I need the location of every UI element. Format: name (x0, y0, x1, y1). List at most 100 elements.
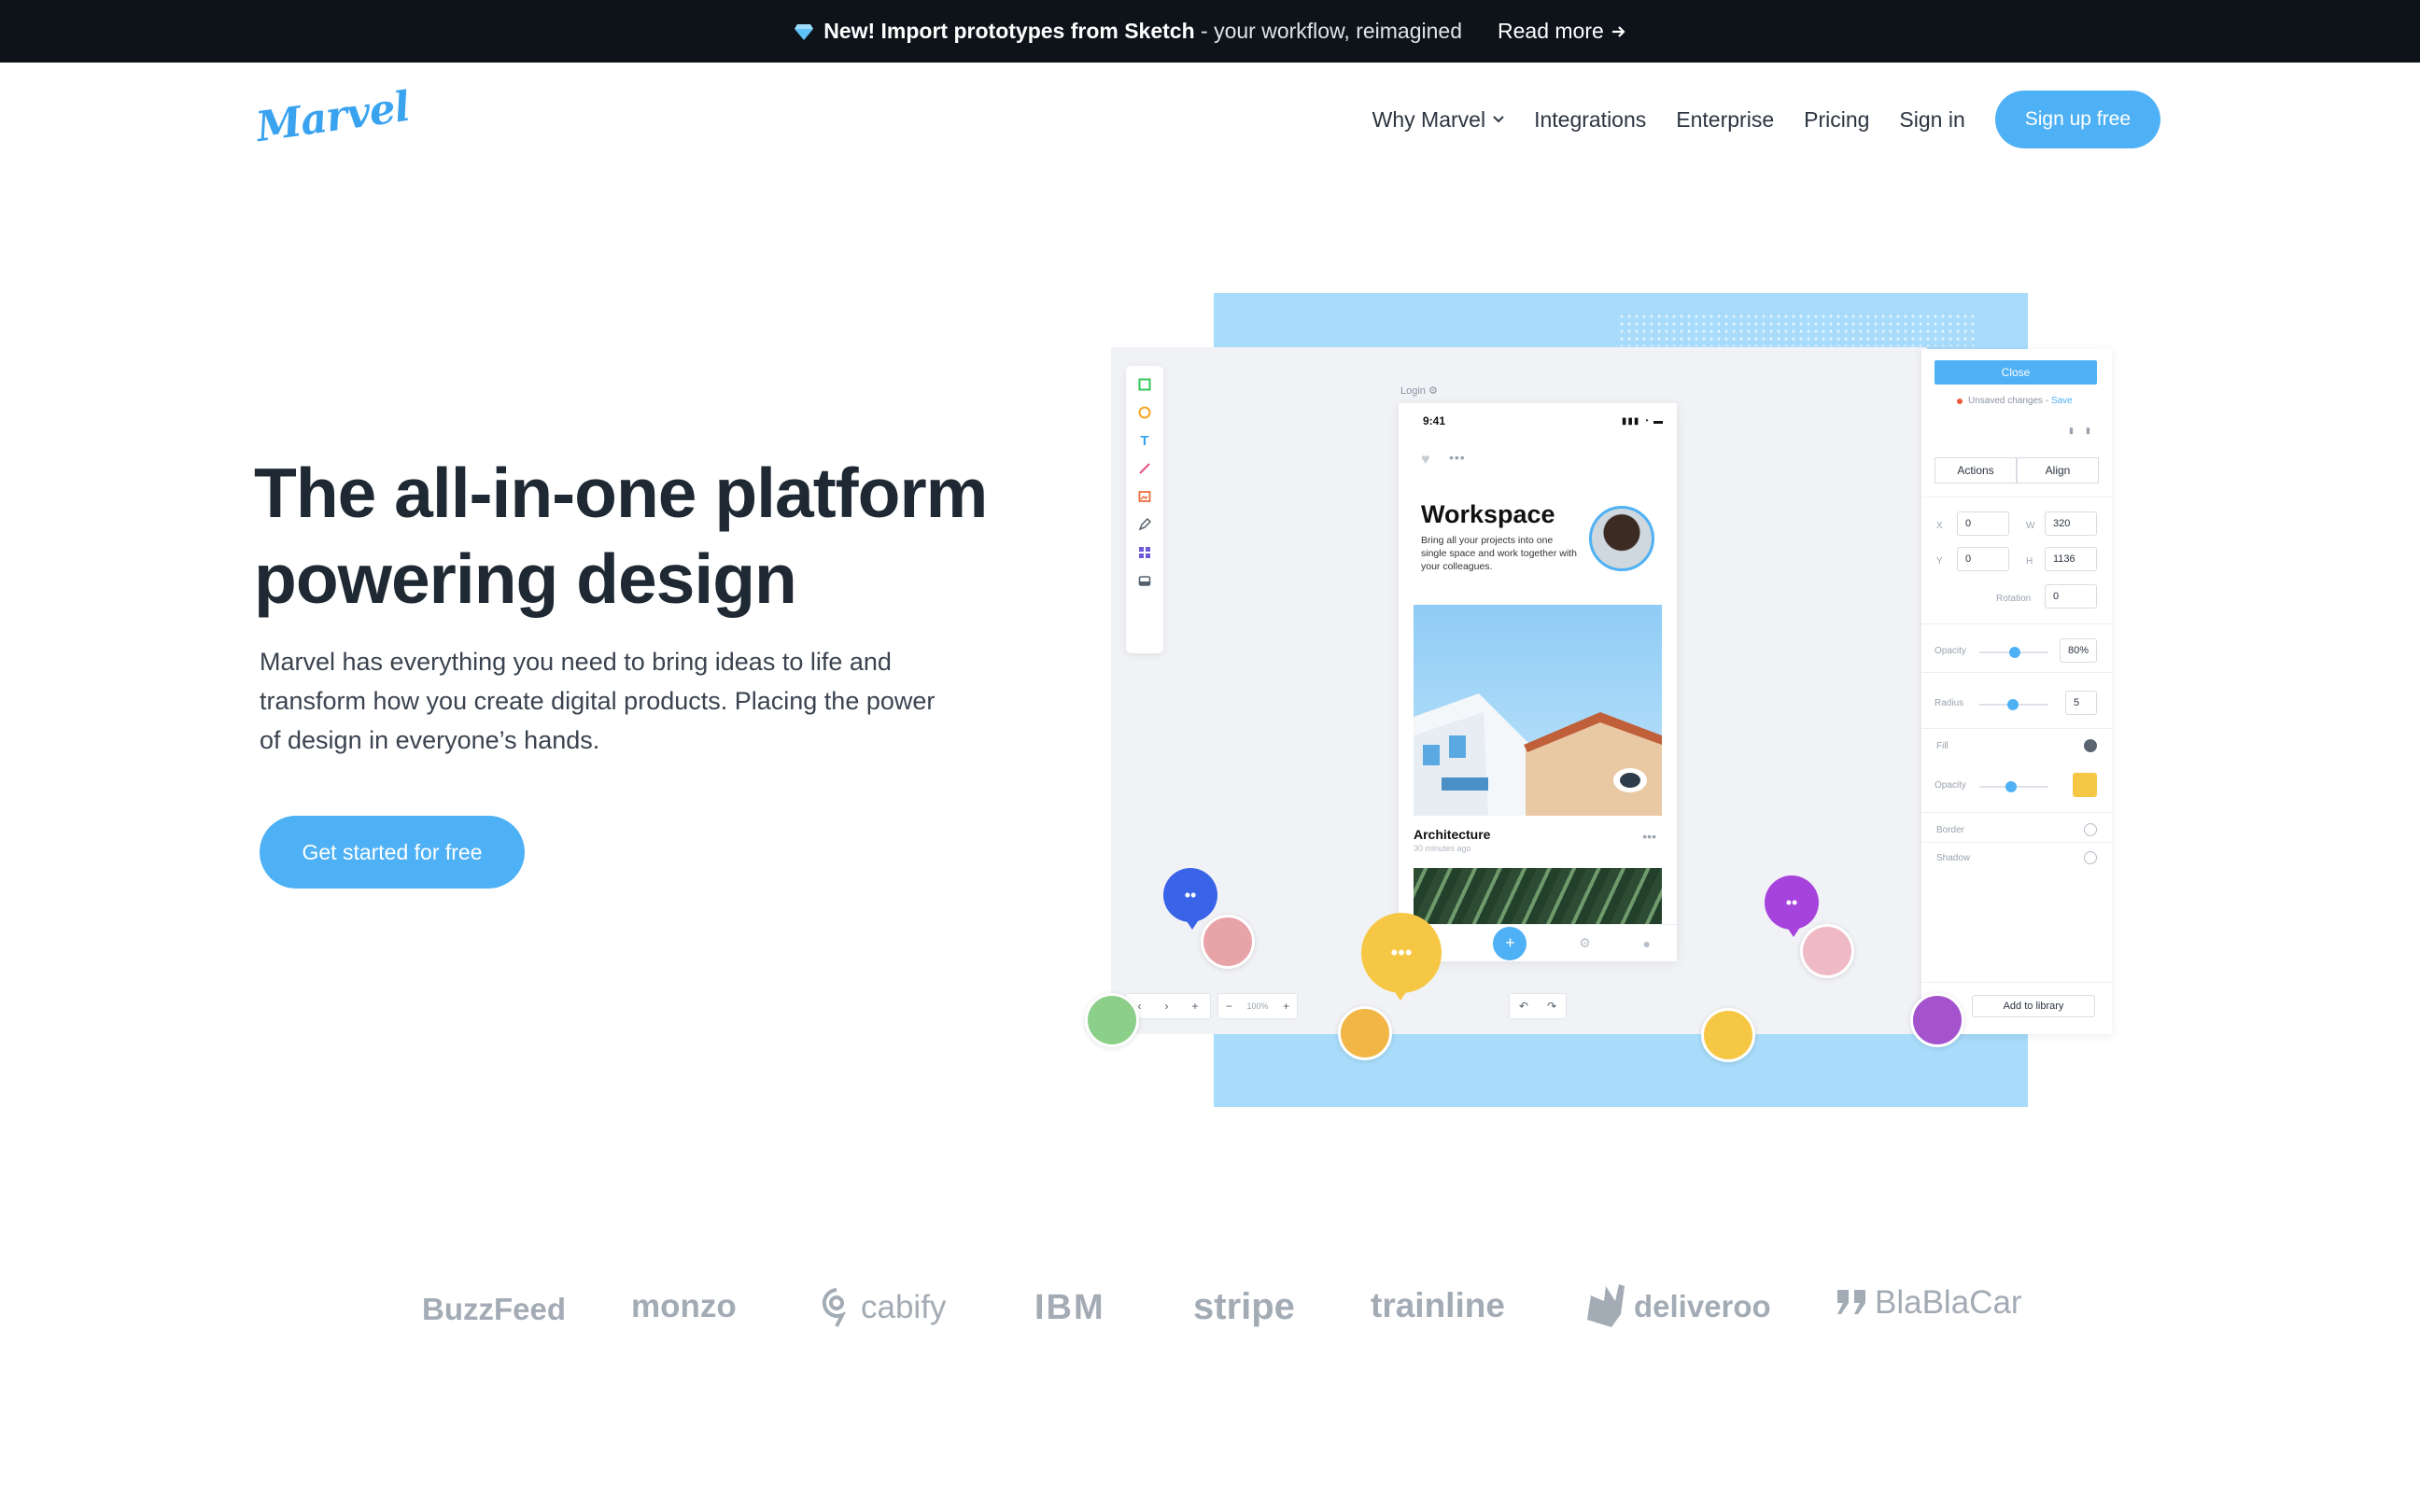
collaborator-avatar (1800, 924, 1854, 978)
h-field[interactable]: 1136 (2045, 547, 2097, 571)
image-tool-icon[interactable] (1137, 489, 1152, 504)
ellipse-tool-icon[interactable] (1137, 405, 1152, 420)
zoom-out-icon[interactable]: − (1226, 1000, 1232, 1013)
get-started-button[interactable]: Get started for free (260, 816, 525, 889)
panel-tabs: Actions Align (1935, 457, 2099, 483)
nav-why-marvel[interactable]: Why Marvel (1372, 107, 1504, 133)
save-link[interactable]: Save (2051, 396, 2073, 406)
x-field[interactable]: 0 (1957, 511, 2009, 536)
fill-opacity-slider-knob[interactable] (2005, 781, 2017, 792)
rotation-label: Rotation (1996, 594, 2032, 604)
x-label: X (1936, 521, 1943, 531)
add-to-library-button[interactable]: Add to library (1972, 995, 2095, 1017)
y-label: Y (1936, 556, 1943, 567)
zoom-in-icon[interactable]: + (1283, 1000, 1289, 1013)
sign-up-button[interactable]: Sign up free (1994, 91, 2160, 148)
monzo-logo: monzo (631, 1288, 737, 1324)
artboard-label: Login ⚙ (1400, 385, 1438, 397)
phone-artboard: 9:41 ▮▮▮ ◔ ▬ ♥ ••• Workspace Bring all y… (1399, 403, 1677, 961)
panel-divider (1921, 672, 2112, 673)
read-more-label: Read more (1498, 19, 1604, 43)
radius-label: Radius (1935, 698, 1964, 708)
redo-icon[interactable]: ↷ (1547, 1000, 1556, 1013)
panel-divider (1921, 982, 2112, 983)
border-checkbox[interactable] (2084, 823, 2097, 836)
profile-avatar (1589, 506, 1654, 571)
opacity-field[interactable]: 80% (2060, 638, 2097, 663)
user-icon[interactable]: ● (1643, 936, 1651, 951)
read-more-link[interactable]: Read more (1498, 19, 1626, 44)
nav-why-marvel-label: Why Marvel (1372, 106, 1486, 132)
add-screen-icon[interactable]: + (1191, 1000, 1198, 1013)
tab-actions[interactable]: Actions (1935, 457, 2017, 483)
buzzfeed-logo: BuzzFeed (422, 1292, 567, 1326)
banner-headline: New! Import prototypes from Sketch (823, 19, 1195, 43)
card-more-icon[interactable]: ••• (1642, 829, 1656, 844)
status-icons: ▮▮▮ ◔ ▬ (1621, 416, 1664, 427)
heart-icon: ♥ (1421, 452, 1430, 468)
tab-align[interactable]: Align (2017, 457, 2099, 483)
opacity-slider-knob[interactable] (2009, 647, 2020, 658)
workspace-description: Bring all your projects into one single … (1421, 535, 1577, 572)
hero-title-line-2: powering design (254, 539, 797, 618)
shadow-checkbox[interactable] (2084, 851, 2097, 864)
diamond-icon (795, 23, 814, 40)
more-dots-icon: ••• (1449, 450, 1466, 465)
unsaved-label: Unsaved changes - (1968, 396, 2051, 406)
fill-color-swatch[interactable] (2073, 773, 2097, 797)
opacity-label: Opacity (1935, 646, 1966, 656)
gear-icon: ⚙ (1428, 385, 1438, 397)
fill-checkbox[interactable] (2084, 739, 2097, 752)
marvel-logo[interactable]: Marvel (253, 83, 412, 151)
nav-integrations[interactable]: Integrations (1534, 107, 1646, 133)
settings-icon[interactable]: ⚙ (1579, 935, 1591, 951)
hero-title-line-1: The all-in-one platform (254, 454, 988, 532)
pencil-tool-icon[interactable] (1137, 517, 1152, 532)
workspace-title: Workspace (1421, 500, 1555, 528)
card-title: Architecture (1414, 827, 1491, 842)
undo-icon[interactable]: ↶ (1519, 1000, 1528, 1013)
radius-slider-knob[interactable] (2007, 699, 2019, 710)
chevron-left-icon[interactable]: ‹ (1137, 1000, 1141, 1013)
ibm-logo: IBM (1034, 1288, 1105, 1327)
announcement-banner: New! Import prototypes from Sketch - you… (0, 0, 2420, 63)
card-timestamp: 30 minutes ago (1414, 844, 1471, 853)
deliveroo-logo: deliveroo (1587, 1284, 1771, 1329)
collaborator-avatar (1085, 993, 1139, 1047)
radius-field[interactable]: 5 (2065, 691, 2097, 715)
nav-sign-in[interactable]: Sign in (1899, 107, 1964, 133)
unsaved-status: Unsaved changes - Save (1968, 396, 2073, 406)
unsaved-dot (1957, 399, 1963, 404)
components-tool-icon[interactable] (1137, 545, 1152, 560)
text-tool-icon[interactable]: T (1137, 433, 1152, 449)
chevron-right-icon[interactable]: › (1164, 1000, 1168, 1013)
hero-title: The all-in-one platform powering design (254, 450, 1094, 622)
fill-opacity-label: Opacity (1935, 780, 1966, 791)
nav-enterprise[interactable]: Enterprise (1676, 107, 1774, 133)
line-tool-icon[interactable] (1137, 461, 1152, 476)
banner-tagline: your workflow, reimagined (1214, 19, 1462, 43)
deliveroo-kangaroo-icon (1587, 1284, 1625, 1327)
chat-bubble-yellow: ••• (1361, 913, 1442, 1001)
close-button[interactable]: Close (1935, 360, 2097, 385)
collaborator-avatar (1910, 993, 1964, 1047)
rotation-field[interactable]: 0 (2045, 584, 2097, 609)
cabify-wordmark: cabify (861, 1289, 947, 1325)
zoom-level: 100% (1246, 1001, 1269, 1011)
rectangle-tool-icon[interactable] (1137, 377, 1152, 392)
client-logos: BuzzFeed monzo cabify IBM stripe trainli… (0, 1277, 2420, 1351)
hero-subtitle: Marvel has everything you need to bring … (260, 648, 936, 754)
add-icon[interactable]: + (1493, 926, 1527, 960)
w-field[interactable]: 320 (2045, 511, 2097, 536)
y-field[interactable]: 0 (1957, 547, 2009, 571)
banner-separator: - (1194, 19, 1215, 43)
w-label: W (2026, 521, 2035, 531)
blablacar-wordmark: BlaBlaCar (1875, 1284, 2022, 1321)
status-time: 9:41 (1423, 414, 1446, 427)
stripe-logo: stripe (1193, 1286, 1295, 1327)
assets-tool-icon[interactable] (1137, 573, 1152, 588)
nav-pricing[interactable]: Pricing (1804, 107, 1869, 133)
architecture-photo (1414, 605, 1662, 816)
trash-icon[interactable]: ▮ (2086, 426, 2090, 436)
lock-icon[interactable]: ▮ (2069, 426, 2074, 436)
